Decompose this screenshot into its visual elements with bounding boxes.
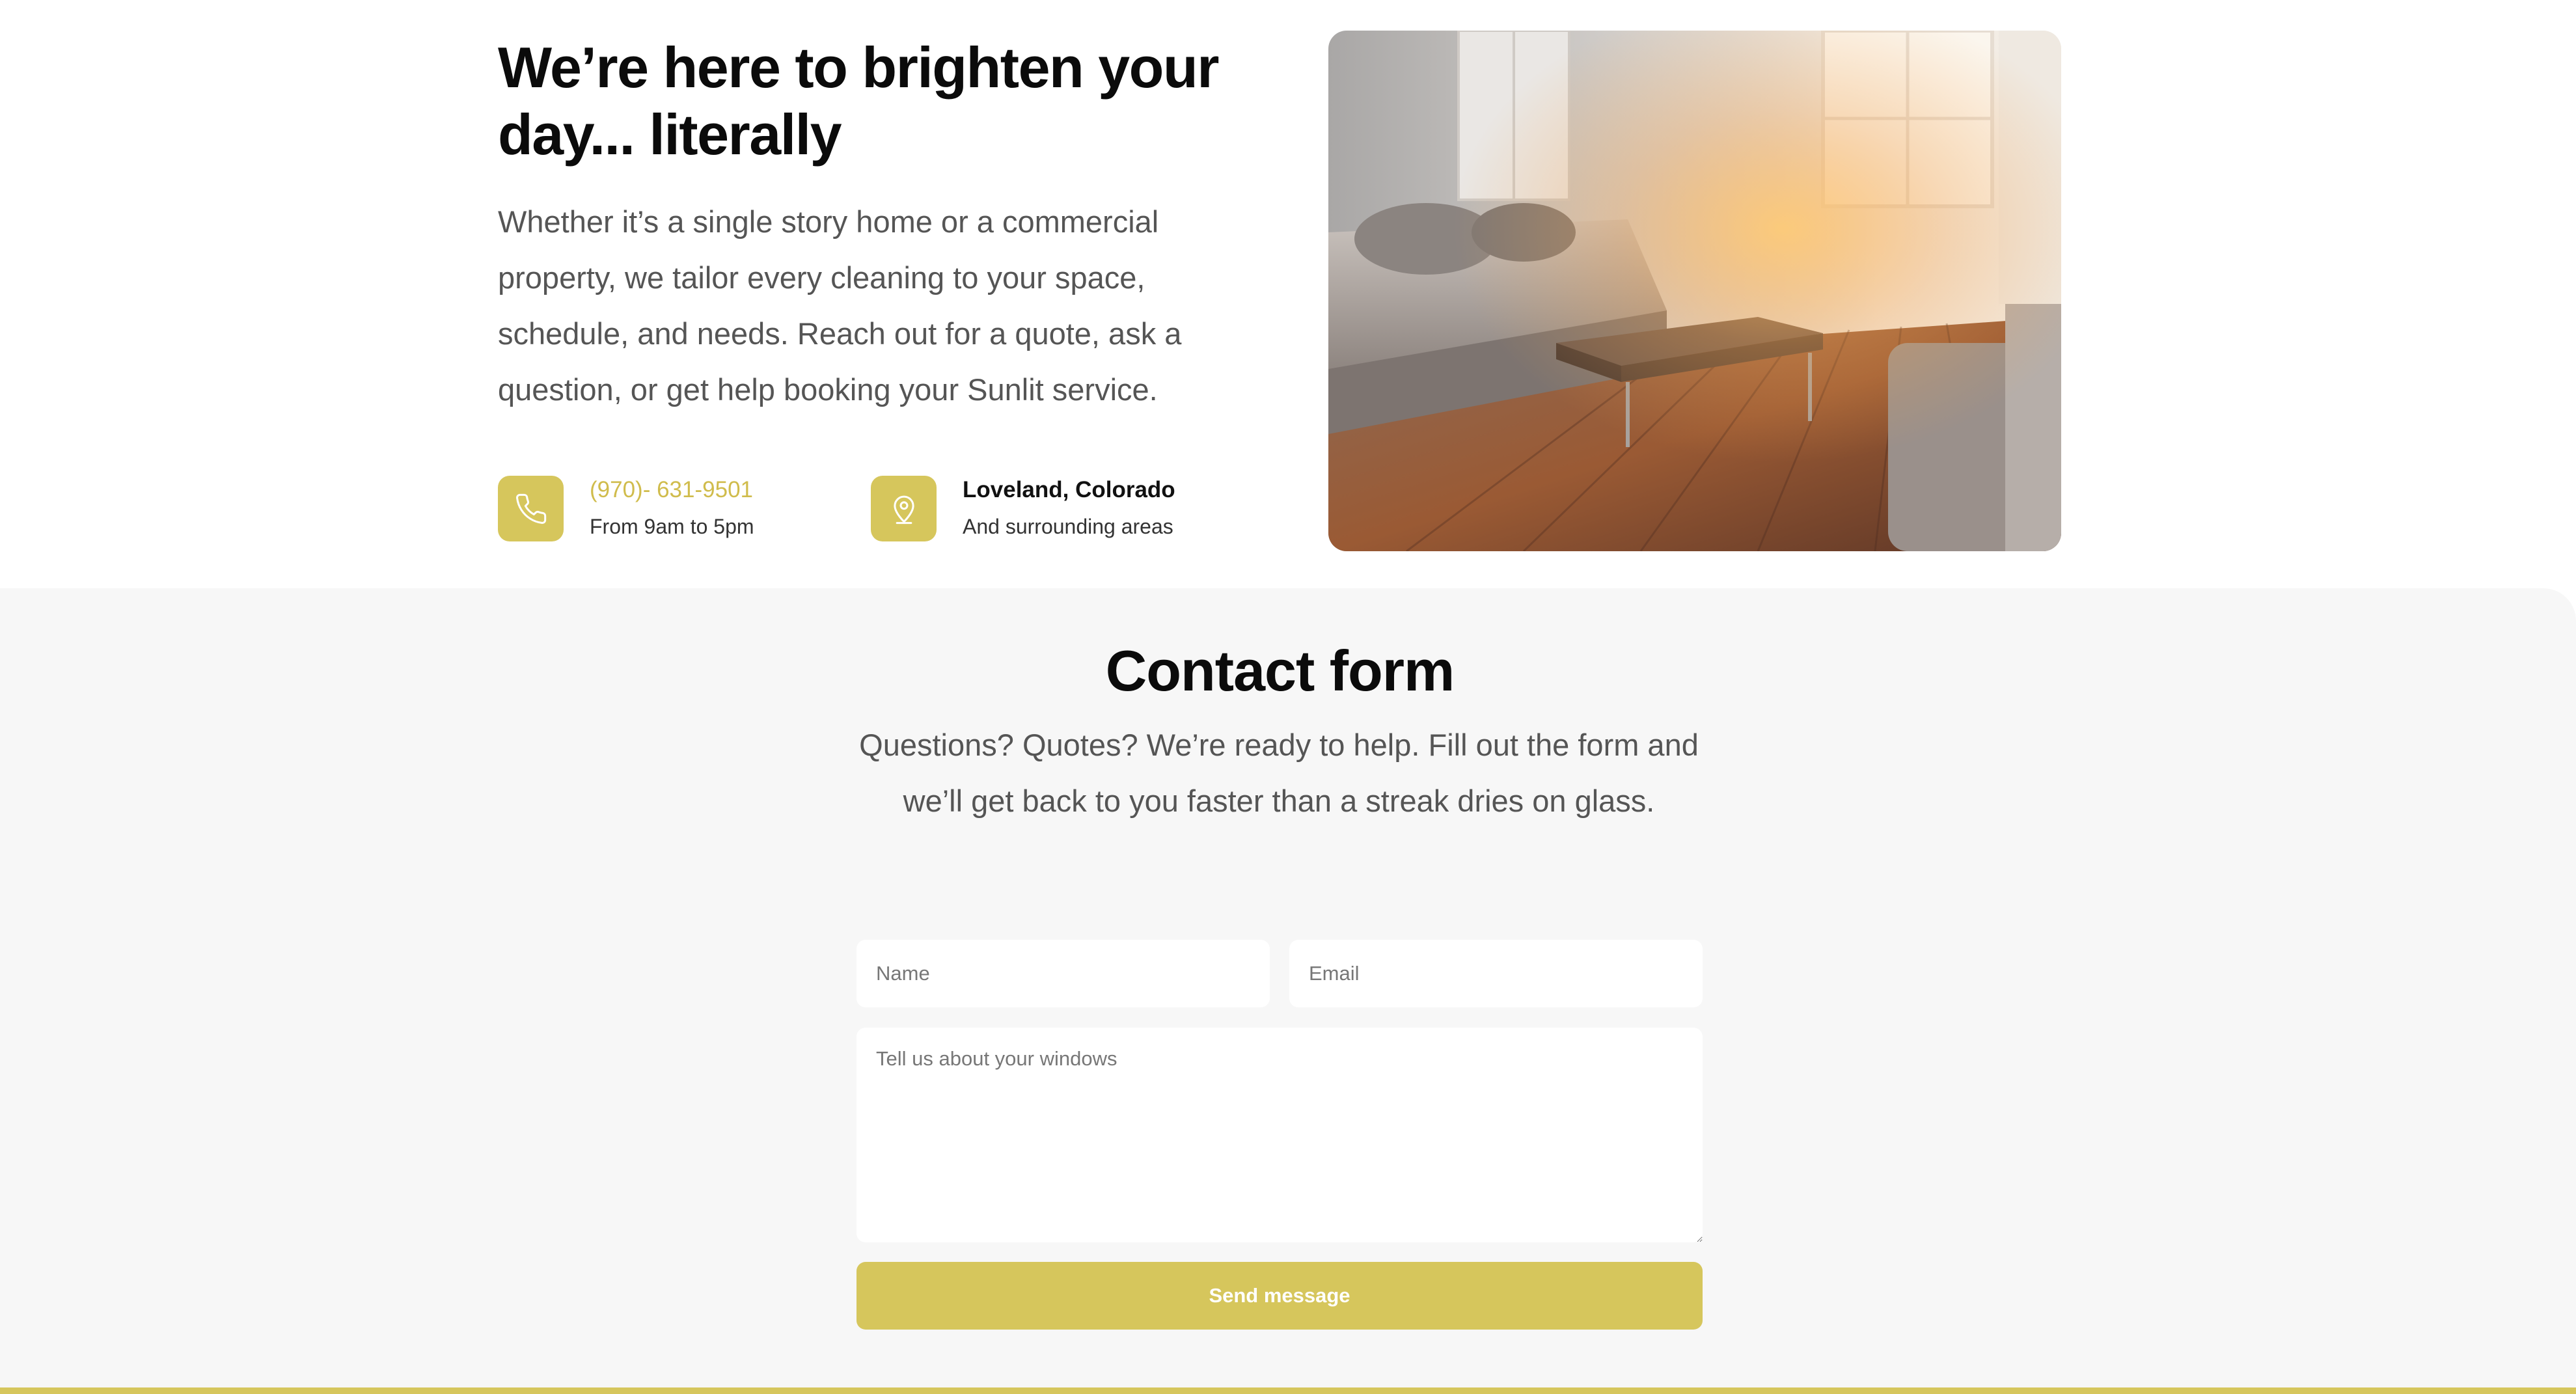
name-input[interactable]	[856, 940, 1270, 1007]
hero-title: We’re here to brighten your day... liter…	[498, 35, 1219, 167]
contact-title: Contact form	[1105, 638, 1455, 703]
send-message-button[interactable]: Send message	[856, 1262, 1703, 1330]
message-textarea[interactable]	[856, 1028, 1703, 1242]
email-input[interactable]	[1289, 940, 1703, 1007]
page: We’re here to brighten your day... liter…	[0, 0, 2576, 1394]
living-room-image	[1328, 31, 2061, 551]
map-pin-icon	[871, 476, 937, 541]
contact-section: Contact form Questions? Quotes? We’re re…	[0, 588, 2576, 1387]
footer-accent-strip	[0, 1387, 2576, 1394]
phone-hours: From 9am to 5pm	[590, 515, 754, 538]
phone-icon	[498, 476, 564, 541]
location-area: And surrounding areas	[963, 515, 1173, 538]
hero-section: We’re here to brighten your day... liter…	[0, 0, 2576, 588]
location-name: Loveland, Colorado	[963, 477, 1175, 502]
phone-number-link[interactable]: (970)- 631-9501	[590, 476, 753, 504]
hero-description: Whether it’s a single story home or a co…	[498, 204, 1182, 407]
contact-description: Questions? Quotes? We’re ready to help. …	[859, 728, 1699, 818]
